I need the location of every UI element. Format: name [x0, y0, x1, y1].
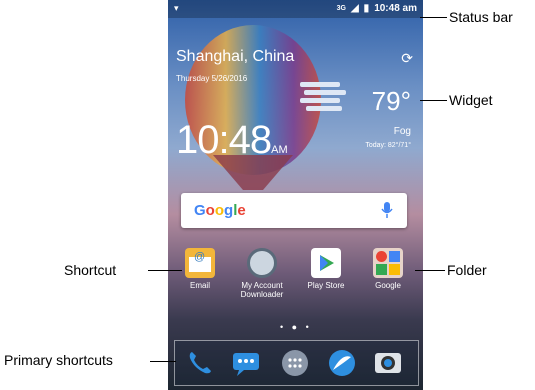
google-folder-icon — [373, 248, 403, 278]
page-indicator: • ● • — [280, 322, 312, 332]
app-label: Email — [189, 281, 210, 290]
browser-icon[interactable] — [327, 348, 357, 378]
status-bar-callout-line — [420, 17, 447, 18]
app-label: Play Store — [307, 281, 345, 290]
google-folder[interactable]: Google — [360, 248, 416, 290]
messages-icon[interactable] — [231, 348, 261, 378]
play-store-shortcut[interactable]: Play Store — [298, 248, 354, 290]
status-time: 10:48 am — [374, 3, 417, 14]
wifi-icon: ▾ — [174, 3, 179, 13]
widget-callout: Widget — [449, 92, 493, 108]
battery-icon: ▮ — [363, 3, 370, 14]
weather-temp: 79° — [371, 86, 411, 116]
signal-icon: ◢ — [350, 3, 359, 14]
google-logo: Google — [194, 202, 246, 219]
account-downloader-icon — [247, 248, 277, 278]
email-shortcut[interactable]: @ Email — [172, 248, 228, 290]
fog-icon — [300, 82, 346, 111]
phone-icon[interactable] — [185, 348, 215, 378]
mic-icon[interactable] — [381, 201, 393, 219]
app-label: My Account Downloader — [240, 281, 284, 299]
weather-today: Today: 82°/71° — [365, 142, 411, 149]
folder-callout-line — [415, 270, 445, 271]
status-bar: ▾ 3G ◢ ▮ 10:48 am — [168, 0, 423, 18]
shortcut-callout: Shortcut — [64, 262, 117, 278]
google-search-bar[interactable]: Google — [181, 193, 407, 228]
primary-shortcuts-dock — [174, 340, 419, 386]
email-icon: @ — [185, 248, 215, 278]
status-bar-callout: Status bar — [449, 9, 513, 25]
phone-screen: ▾ 3G ◢ ▮ 10:48 am Shanghai, China Thursd… — [168, 0, 423, 390]
weather-city: Shanghai, China — [176, 48, 295, 65]
clock-time: 10:48 — [176, 118, 272, 162]
weather-condition: Fog — [393, 126, 411, 137]
primary-shortcuts-callout: Primary shortcuts — [4, 352, 113, 368]
primary-callout-line — [150, 361, 176, 362]
shortcut-callout-line — [148, 270, 182, 271]
network-type: 3G — [336, 5, 346, 12]
app-drawer-icon[interactable] — [280, 348, 310, 378]
camera-icon[interactable] — [373, 348, 403, 378]
refresh-icon[interactable]: ⟳ — [401, 50, 413, 67]
account-downloader-shortcut[interactable]: My Account Downloader — [234, 248, 290, 299]
weather-date: Thursday 5/26/2016 — [176, 74, 248, 83]
app-label: Google — [375, 281, 401, 290]
clock-ampm: AM — [271, 144, 288, 156]
folder-callout: Folder — [447, 262, 487, 278]
play-store-icon — [311, 248, 341, 278]
widget-callout-line — [420, 100, 447, 101]
clock-widget[interactable]: 10:48AM — [176, 118, 288, 163]
